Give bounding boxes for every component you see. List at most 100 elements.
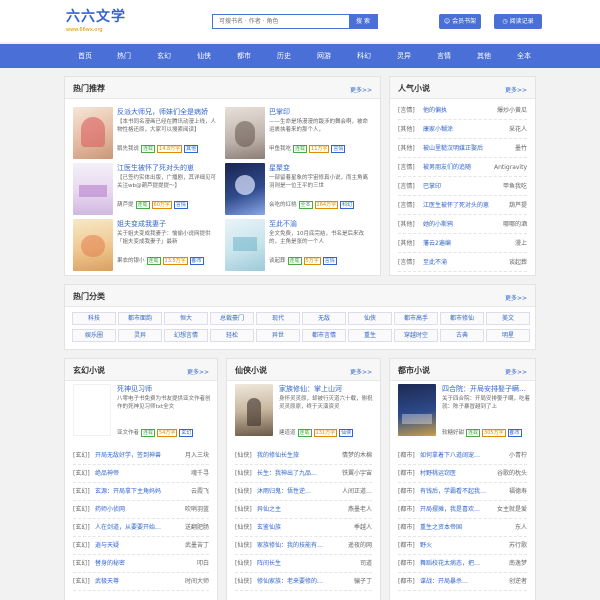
category-tag[interactable]: 轻松 bbox=[210, 329, 254, 342]
book-card[interactable]: 江医生被怀了死对头的崽 【已签约实体出版，广播剧，其详细见可关注wb@葫芦提提提… bbox=[73, 163, 223, 219]
list-item-title[interactable]: 武极天尊 bbox=[95, 573, 177, 591]
list-item-title[interactable]: 被男朋友们的追随 bbox=[423, 158, 495, 177]
list-item-title[interactable]: 野火 bbox=[420, 537, 492, 555]
list-item[interactable]: [玄幻] 武极天尊 时间大师 bbox=[73, 573, 209, 591]
search-input[interactable] bbox=[213, 15, 351, 28]
nav-item[interactable]: 科幻 bbox=[344, 44, 384, 68]
list-item[interactable]: [其他] 藩云2遍编 漫上 bbox=[398, 234, 527, 253]
list-item-title[interactable]: 康家小糊涂 bbox=[423, 120, 515, 139]
list-item-title[interactable]: 如何拿着下八道阔宠… bbox=[420, 447, 492, 465]
list-item[interactable]: [其他] 康家小糊涂 采花人 bbox=[398, 120, 527, 139]
nav-item[interactable]: 玄幻 bbox=[144, 44, 184, 68]
nav-item[interactable]: 全本 bbox=[504, 44, 544, 68]
list-item[interactable]: [玄幻] 开局无敌好学，签到神兽 月入三块 bbox=[73, 447, 209, 465]
list-item[interactable]: [言情] 他的偏执 爆炒小黄瓜 bbox=[398, 101, 527, 120]
category-tag[interactable]: 都市言情 bbox=[302, 329, 346, 342]
list-item[interactable]: [其他] 她的小斯鸦 哪哪的酒 bbox=[398, 215, 527, 234]
list-item[interactable]: [其他] 被山里糙汉明媒正娶后 墨竹 bbox=[398, 139, 527, 158]
category-tag[interactable]: 都市修仙 bbox=[440, 312, 484, 325]
category-tag[interactable]: 都市高手 bbox=[394, 312, 438, 325]
book-cover[interactable] bbox=[73, 384, 111, 436]
list-item-title[interactable]: 阵间长生 bbox=[257, 555, 337, 573]
list-item[interactable]: [都市] 重生之资本帝国 东人 bbox=[398, 519, 527, 537]
nav-item[interactable]: 热门 bbox=[104, 44, 144, 68]
list-item[interactable]: [玄幻] 替身的秘密 叩白 bbox=[73, 555, 209, 573]
book-cover[interactable] bbox=[225, 219, 265, 271]
nav-item[interactable]: 历史 bbox=[264, 44, 304, 68]
list-item-title[interactable]: 开局无敌好学，签到神兽 bbox=[95, 447, 177, 465]
more-link[interactable]: 更多>> bbox=[350, 367, 372, 376]
list-item[interactable]: [仙侠] 异仙之主 燕墨老人 bbox=[235, 501, 372, 519]
book-title[interactable]: 四合院：开局安排娶子瞒… bbox=[442, 384, 534, 394]
book-card[interactable]: 巴掌印 ——生命是场漫漫的跋涉的舞会啊，被命运裹挟着来的那个人， 甲鱼我吃 连载 1… bbox=[225, 107, 375, 163]
book-card[interactable]: 反派大师兄，师妹们全是病娇 【本书同名漫画已经在腾讯动漫上线，人物性格还原，大家… bbox=[73, 107, 223, 163]
category-tag[interactable]: 异世 bbox=[256, 329, 300, 342]
site-logo[interactable]: 六六文学 www.66wx.org bbox=[66, 6, 126, 33]
list-item[interactable]: [都市] 谍战：开局暴杀… 创逆者 bbox=[398, 573, 527, 591]
list-item-title[interactable]: 谍战：开局暴杀… bbox=[420, 573, 492, 591]
list-item[interactable]: [仙侠] 沐雨归鬼：悟性逆… 人间正道… bbox=[235, 483, 372, 501]
list-item-title[interactable]: 有钱后，学霸看不起我… bbox=[420, 483, 492, 501]
list-item-title[interactable]: 至此不渝 bbox=[423, 253, 515, 272]
list-item-title[interactable]: 江医生被怀了死对头的崽 bbox=[423, 196, 515, 215]
category-tag[interactable]: 幻想言情 bbox=[164, 329, 208, 342]
category-tag[interactable]: 重生 bbox=[348, 329, 392, 342]
category-tag[interactable]: 总裁豪门 bbox=[210, 312, 254, 325]
category-tag[interactable]: 娱乐圈 bbox=[72, 329, 116, 342]
list-item-title[interactable]: 替身的秘密 bbox=[95, 555, 177, 573]
book-title[interactable]: 至此不渝 bbox=[269, 219, 297, 229]
book-cover[interactable] bbox=[225, 107, 265, 159]
list-item[interactable]: [言情] 江医生被怀了死对头的崽 葫芦提 bbox=[398, 196, 527, 215]
more-link[interactable]: 更多>> bbox=[350, 85, 372, 94]
list-item-title[interactable]: 人在剑道，从要要开始… bbox=[95, 519, 177, 537]
list-item-title[interactable]: 我的修仙长生旅 bbox=[257, 447, 337, 465]
list-item-title[interactable]: 舞蹈校花太病态，把… bbox=[420, 555, 492, 573]
list-item[interactable]: [都市] 有钱后，学霸看不起我… 福德寿 bbox=[398, 483, 527, 501]
list-item[interactable]: [仙侠] 长生：我神出了九品… 铁翼小宇宙 bbox=[235, 465, 372, 483]
category-tag[interactable]: 恒大 bbox=[164, 312, 208, 325]
more-link[interactable]: 更多>> bbox=[187, 367, 209, 376]
nav-item[interactable]: 仙侠 bbox=[184, 44, 224, 68]
book-cover[interactable] bbox=[73, 219, 113, 271]
list-item-title[interactable]: 村野桃运窃医 bbox=[420, 465, 492, 483]
category-tag[interactable]: 明星 bbox=[486, 329, 530, 342]
category-tag[interactable]: 穿越时空 bbox=[394, 329, 438, 342]
list-item[interactable]: [都市] 野火 苏行歌 bbox=[398, 537, 527, 555]
list-item[interactable]: [仙侠] 家族修仙：我的技能有… 遥夜的网 bbox=[235, 537, 372, 555]
reading-history-button[interactable]: ◷ 阅读记录 bbox=[494, 14, 542, 29]
list-item-title[interactable]: 藩云2遍编 bbox=[423, 234, 515, 253]
category-tag[interactable]: 都市面韵 bbox=[118, 312, 162, 325]
nav-item[interactable]: 灵异 bbox=[384, 44, 424, 68]
book-title[interactable]: 星聚变 bbox=[269, 163, 290, 173]
list-item-title[interactable]: 异仙之主 bbox=[257, 501, 337, 519]
book-title[interactable]: 死神见习师 bbox=[117, 384, 152, 394]
nav-item[interactable]: 都市 bbox=[224, 44, 264, 68]
book-cover[interactable] bbox=[73, 163, 113, 215]
list-item[interactable]: [玄幻] 逍与天疑 武墨苦丁 bbox=[73, 537, 209, 555]
book-cover[interactable] bbox=[73, 107, 113, 159]
book-card[interactable]: 至此不渝 全文免费，10月底完结，书名是后来改的，主角是张的一个人 谈起葬 连载 5… bbox=[225, 219, 375, 275]
list-item[interactable]: [玄幻] 绝品神帝 魂千寻 bbox=[73, 465, 209, 483]
list-item[interactable]: [仙侠] 我的修仙长生旅 情梦的木棉 bbox=[235, 447, 372, 465]
search-button[interactable]: 搜 索 bbox=[349, 15, 377, 28]
list-item[interactable]: [都市] 舞蹈校花太病态，把… 南逸梦 bbox=[398, 555, 527, 573]
list-item-title[interactable]: 开局摆摊，我是喜欢… bbox=[420, 501, 492, 519]
book-title[interactable]: 姐夫变成我妻子 bbox=[117, 219, 166, 229]
category-tag[interactable]: 仙侠 bbox=[348, 312, 392, 325]
list-item-title[interactable]: 绝品神帝 bbox=[95, 465, 177, 483]
list-item[interactable]: [言情] 被男朋友们的追随 Antigravity bbox=[398, 158, 527, 177]
book-title[interactable]: 家族修仙：掌上山河 bbox=[279, 384, 342, 394]
book-cover[interactable] bbox=[225, 163, 265, 215]
category-tag[interactable]: 古典 bbox=[440, 329, 484, 342]
list-item-title[interactable]: 沐雨归鬼：悟性逆… bbox=[257, 483, 337, 501]
list-item[interactable]: [玄幻] 人在剑道，从要要开始… 送翻肥肠 bbox=[73, 519, 209, 537]
nav-item[interactable]: 网游 bbox=[304, 44, 344, 68]
list-item[interactable]: [玄幻] 药师小侦网 吹哨羽蓝 bbox=[73, 501, 209, 519]
book-cover[interactable] bbox=[398, 384, 436, 436]
list-item-title[interactable]: 逍与天疑 bbox=[95, 537, 177, 555]
list-item[interactable]: [都市] 村野桃运窃医 谷歌的枕头 bbox=[398, 465, 527, 483]
list-item-title[interactable]: 她的小斯鸦 bbox=[423, 215, 515, 234]
book-card[interactable]: 姐夫变成我妻子 关于姐夫变成我妻子：愉偷小说网提供「姐夫变成我妻子」最新 果衣的… bbox=[73, 219, 223, 275]
book-title[interactable]: 巴掌印 bbox=[269, 107, 290, 117]
list-item[interactable]: [仙侠] 玄鉴仙族 季越人 bbox=[235, 519, 372, 537]
